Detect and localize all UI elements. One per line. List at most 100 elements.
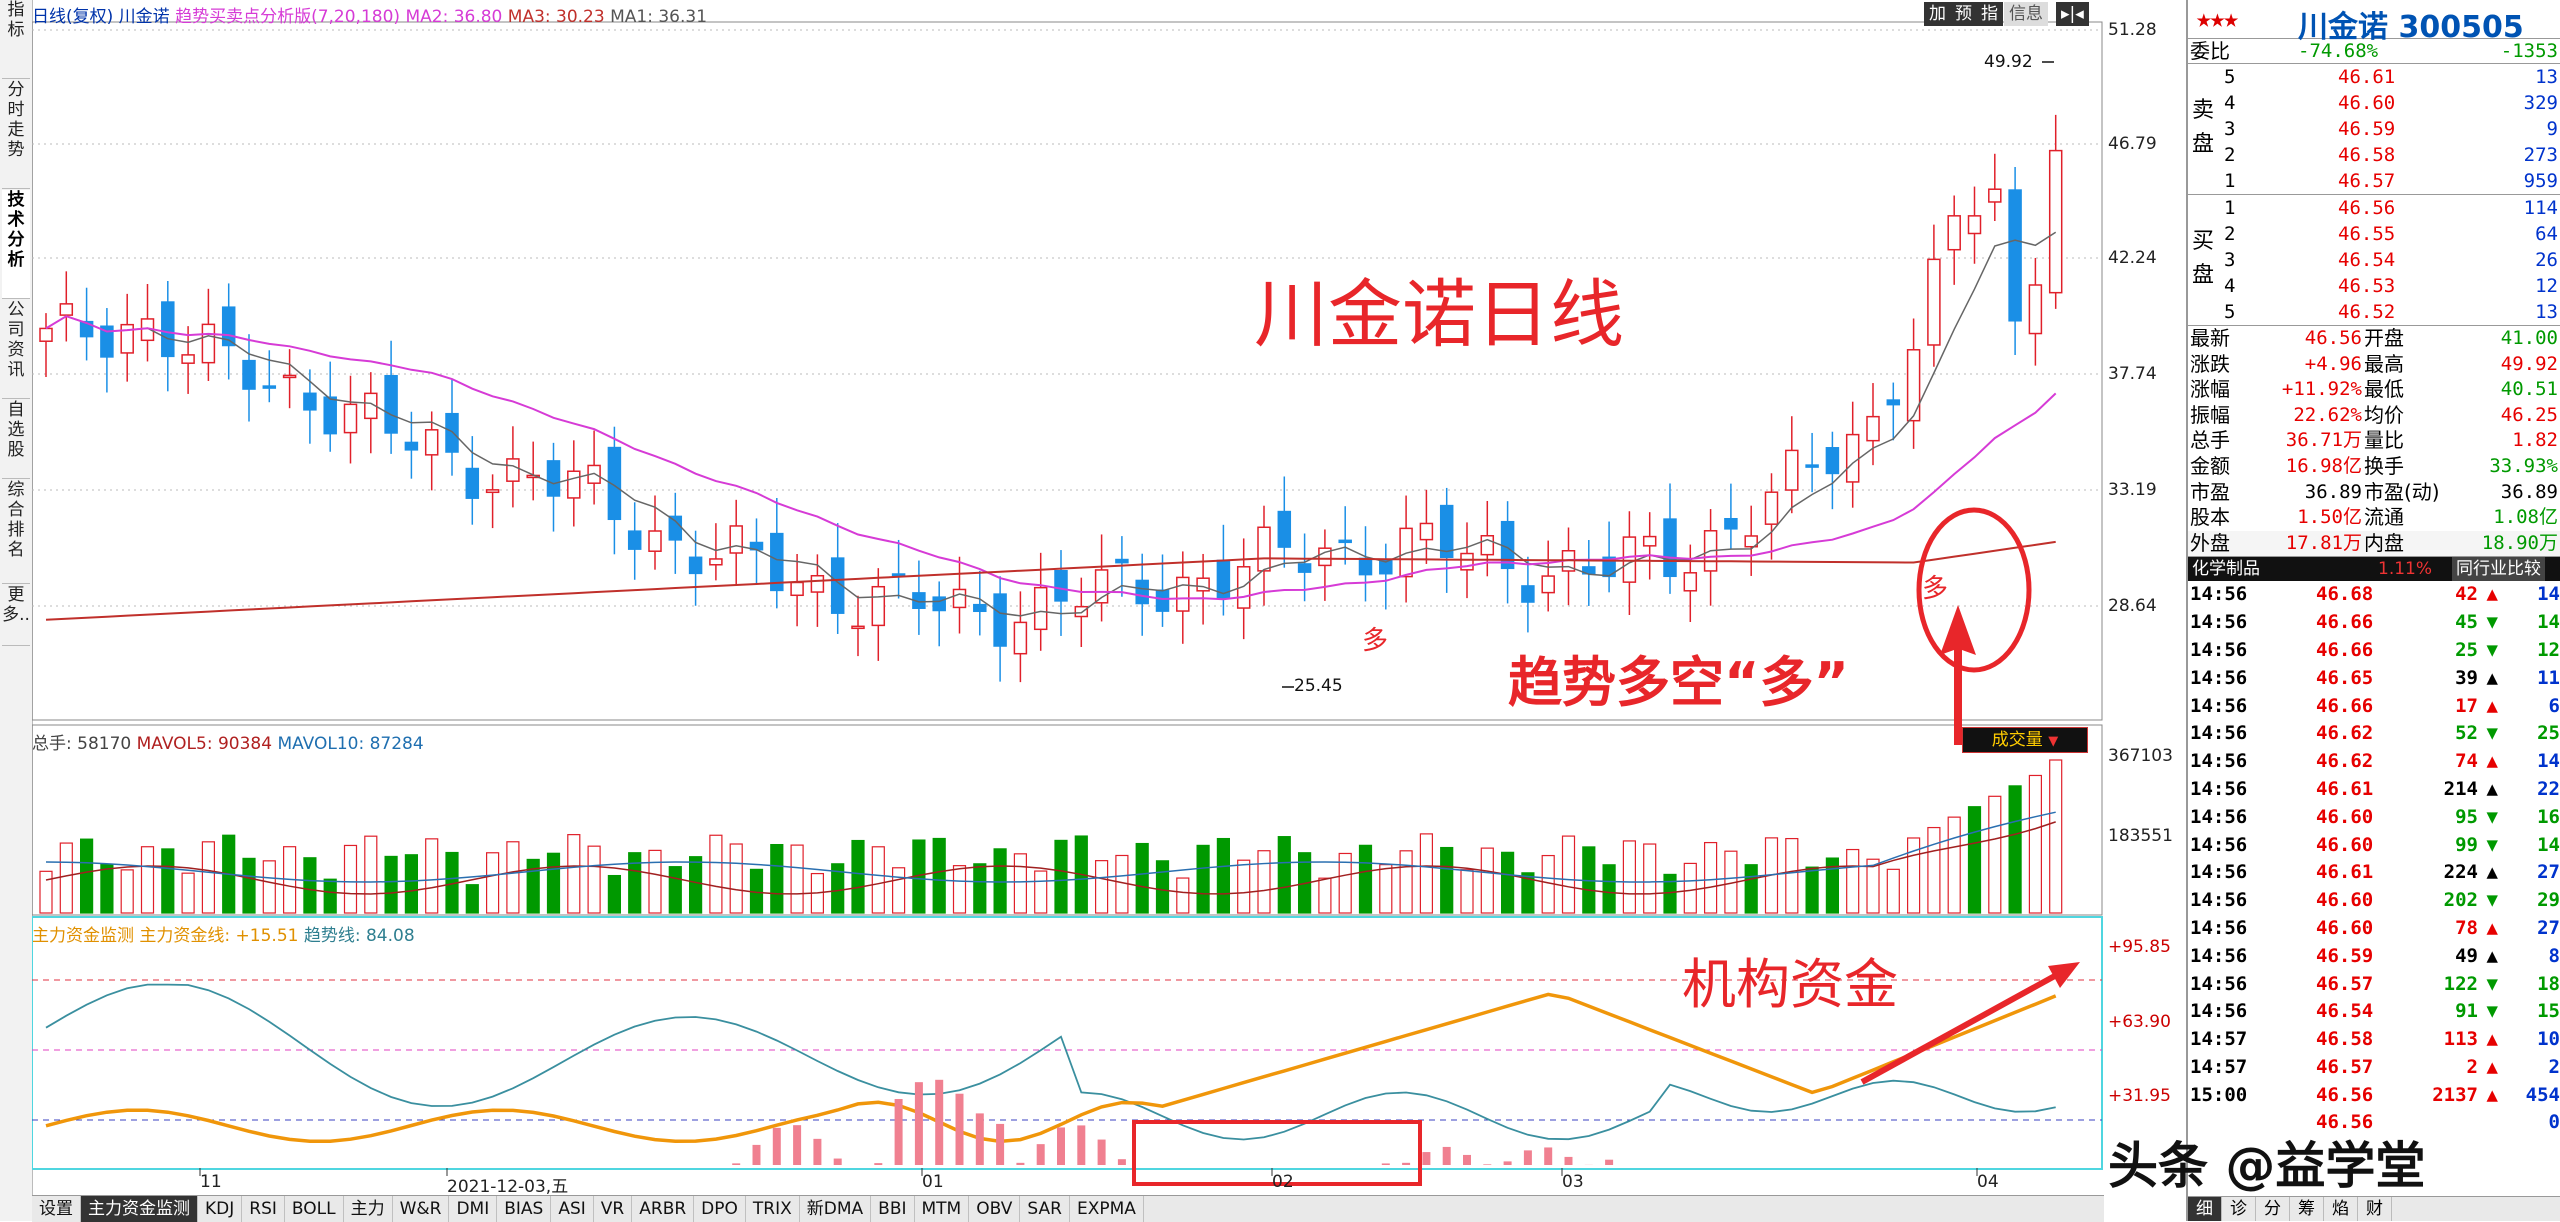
kline-chart[interactable]: 日线(复权) 川金诺 趋势买卖点分析版(7,20,180) MA2: 36.80… — [32, 0, 2104, 1195]
volume-bar — [974, 864, 986, 913]
tab-13[interactable]: TRIX — [746, 1196, 800, 1222]
stat-value: +4.96 — [2305, 352, 2362, 377]
buy-level-row[interactable]: 446.5312 — [2188, 273, 2560, 299]
tick-price: 46.66 — [2316, 609, 2373, 636]
tab-0[interactable]: 设置 — [32, 1196, 81, 1222]
tick-row: 14:5646.6842▲14 — [2188, 581, 2560, 609]
stat-label: 换手 — [2364, 454, 2404, 479]
buy-level-row[interactable]: 546.5213 — [2188, 299, 2560, 325]
tab-18[interactable]: SAR — [1020, 1196, 1070, 1222]
tab-14[interactable]: 新DMA — [800, 1196, 871, 1222]
buy-book: 买盘 146.56114246.5564346.5426446.5312546.… — [2188, 195, 2560, 326]
sell-level-row[interactable]: 546.6113 — [2188, 64, 2560, 90]
tick-volume: 52 — [2455, 720, 2478, 747]
sell-level-row[interactable]: 346.599 — [2188, 116, 2560, 142]
tick-volume: 45 — [2455, 609, 2478, 636]
tab-15[interactable]: BBI — [871, 1196, 914, 1222]
sell-level-row[interactable]: 446.60329 — [2188, 90, 2560, 116]
volume-bar — [1380, 865, 1392, 913]
nav-item-4[interactable]: 自选股 — [2, 400, 30, 479]
sector-name: 化学制品 — [2192, 557, 2260, 581]
quote-footer-tab[interactable]: 筹 — [2290, 1197, 2324, 1221]
ma3-line — [46, 542, 2056, 620]
low-label: 25.45 — [1294, 676, 1343, 696]
tick-volume: 95 — [2455, 804, 2478, 831]
quote-footer-tabs: 细诊分筹焰财 — [2188, 1196, 2560, 1221]
ma2-line — [46, 316, 2056, 599]
volume-bar — [872, 847, 884, 913]
stat-label: 股本 — [2190, 505, 2230, 530]
nav-item-5[interactable]: 综合排名 — [2, 480, 30, 584]
candle-body — [345, 404, 357, 432]
tab-5[interactable]: 主力 — [344, 1196, 393, 1222]
tab-10[interactable]: VR — [594, 1196, 632, 1222]
quote-footer-tab[interactable]: 焰 — [2324, 1197, 2358, 1221]
top-button-3[interactable]: 信息 — [2004, 2, 2048, 26]
flow-tick: +31.95 — [2108, 1086, 2171, 1106]
volume-bar — [690, 857, 702, 913]
chart-mode: 日线(复权) — [32, 7, 113, 27]
watermark: 头条 @益学堂 — [2108, 1126, 2425, 1198]
level-price: 46.57 — [2338, 168, 2395, 194]
tab-16[interactable]: MTM — [915, 1196, 970, 1222]
tab-12[interactable]: DPO — [694, 1196, 746, 1222]
nav-item-0[interactable]: 指标 — [2, 0, 30, 79]
sell-level-row[interactable]: 246.58273 — [2188, 142, 2560, 168]
volume-bar — [933, 838, 945, 913]
quote-footer-tab[interactable]: 细 — [2188, 1197, 2222, 1221]
level-volume: 273 — [2524, 142, 2558, 168]
candle-body — [1502, 522, 1514, 569]
tab-7[interactable]: DMI — [449, 1196, 497, 1222]
candle-body — [811, 576, 823, 592]
level-price: 46.61 — [2338, 64, 2395, 90]
quote-footer-tab[interactable]: 分 — [2256, 1197, 2290, 1221]
arrow-down-icon: ▼ — [2487, 804, 2498, 831]
tab-4[interactable]: BOLL — [285, 1196, 344, 1222]
volume-bar — [466, 885, 478, 913]
nav-item-1[interactable]: 分时走势 — [2, 80, 30, 189]
nav-item-6[interactable]: 更多.. — [2, 585, 30, 646]
tab-8[interactable]: BIAS — [497, 1196, 551, 1222]
sell-level-row[interactable]: 146.57959 — [2188, 168, 2560, 194]
quote-footer-tab[interactable]: 诊 — [2222, 1197, 2256, 1221]
tab-19[interactable]: EXPMA — [1070, 1196, 1144, 1222]
level-volume: 12 — [2535, 273, 2558, 299]
level-volume: 9 — [2547, 116, 2558, 142]
nav-item-2[interactable]: 技术分析 — [2, 190, 30, 299]
buy-level-row[interactable]: 146.56114 — [2188, 195, 2560, 221]
top-button-4[interactable]: ▸|◂ — [2056, 2, 2089, 26]
volume-bar — [710, 835, 722, 913]
buy-level-row[interactable]: 346.5426 — [2188, 247, 2560, 273]
tab-9[interactable]: ASI — [551, 1196, 593, 1222]
tick-price: 46.60 — [2316, 804, 2373, 831]
tab-17[interactable]: OBV — [969, 1196, 1020, 1222]
tick-time: 14:56 — [2190, 804, 2247, 831]
stat-label: 振幅 — [2190, 403, 2230, 428]
tab-2[interactable]: KDJ — [198, 1196, 242, 1222]
top-button-0[interactable]: 加 — [1924, 2, 1951, 26]
nav-item-3[interactable]: 公司资讯 — [2, 300, 30, 399]
stat-row: 总手36.71万量比1.82 — [2188, 428, 2560, 454]
tab-6[interactable]: W&R — [393, 1196, 450, 1222]
tab-11[interactable]: ARBR — [632, 1196, 694, 1222]
tick-price: 46.54 — [2316, 998, 2373, 1025]
stat-label: 开盘 — [2364, 326, 2404, 351]
stat-value: 18.90万 — [2482, 531, 2558, 556]
volume-bar — [1806, 867, 1818, 913]
flow-bar — [1016, 1163, 1024, 1165]
stat-value: 1.82 — [2512, 428, 2558, 453]
vol-total: 总手: 58170 — [32, 734, 131, 754]
tab-1[interactable]: 主力资金监测 — [81, 1196, 198, 1222]
volume-dropdown-button[interactable]: 成交量 ▼ — [1962, 727, 2088, 753]
volume-bar — [1969, 807, 1981, 913]
compare-button[interactable]: 同行业比较 — [2452, 557, 2545, 581]
top-button-2[interactable]: 指 — [1976, 2, 2003, 26]
tab-3[interactable]: RSI — [242, 1196, 285, 1222]
candle-body — [182, 355, 194, 363]
arrow-up-icon: ▲ — [2487, 943, 2498, 970]
top-button-1[interactable]: 预 — [1950, 2, 1977, 26]
candle-body — [1725, 519, 1737, 529]
tick-volume: 49 — [2455, 943, 2478, 970]
buy-level-row[interactable]: 246.5564 — [2188, 221, 2560, 247]
quote-footer-tab[interactable]: 财 — [2358, 1197, 2392, 1221]
